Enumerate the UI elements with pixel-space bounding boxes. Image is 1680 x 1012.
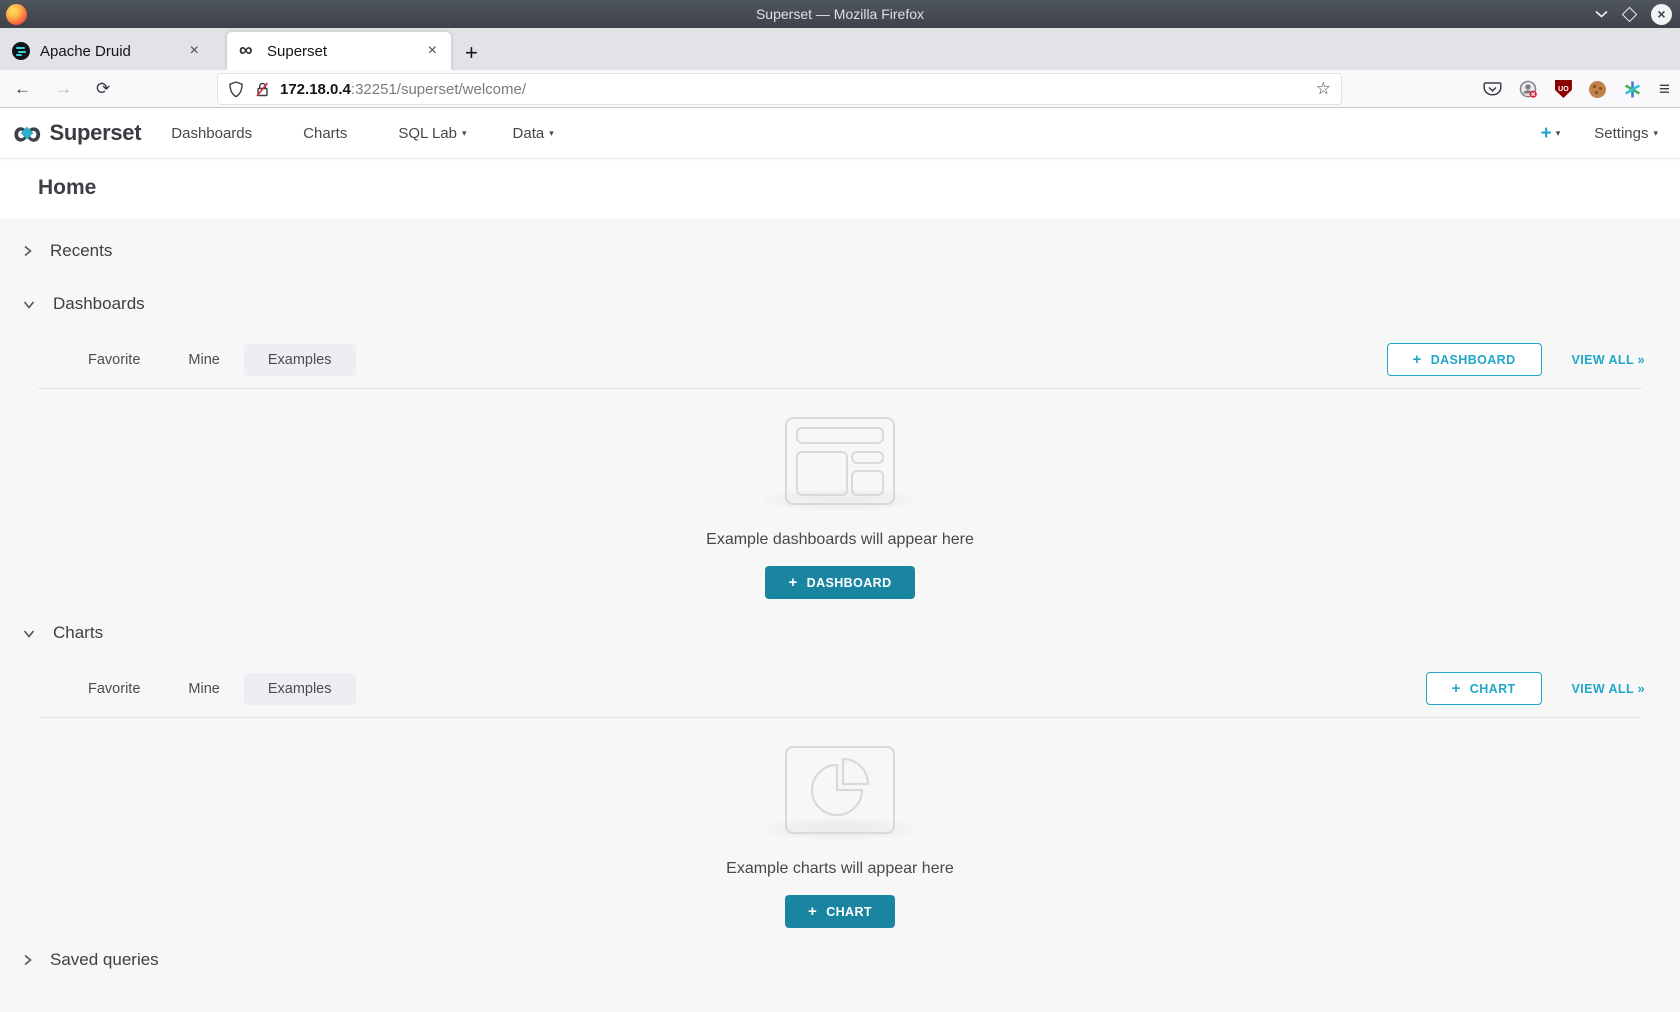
url-host: 172.18.0.4 (280, 81, 351, 98)
nav-item-data[interactable]: Data▾ (513, 125, 554, 142)
empty-state-text: Example charts will appear here (726, 860, 954, 878)
nav-item-charts[interactable]: Charts (303, 125, 352, 142)
forward-button[interactable]: → (55, 79, 72, 99)
asterisk-extension-icon[interactable] (1623, 80, 1642, 99)
reload-button[interactable]: ⟳ (96, 79, 110, 99)
back-button[interactable]: ← (14, 79, 31, 99)
tab-close-icon[interactable]: × (188, 42, 201, 60)
caret-down-icon: ▾ (1653, 128, 1658, 139)
window-close-icon[interactable]: × (1651, 4, 1672, 25)
tab-label: Superset (267, 43, 327, 60)
page-title: Home (38, 176, 1680, 200)
charts-empty-state: Example charts will appear here + CHART (0, 718, 1680, 928)
window-title: Superset — Mozilla Firefox (0, 6, 1680, 22)
caret-down-icon: ▾ (549, 128, 554, 139)
superset-logo[interactable]: ∞ Superset (13, 115, 141, 151)
charts-subheader: Favorite Mine Examples + CHART VIEW ALL … (0, 656, 1680, 705)
plus-icon: + (788, 575, 797, 590)
section-label: Dashboards (53, 294, 145, 314)
section-label: Charts (53, 623, 103, 643)
window-minimize-icon[interactable] (1595, 10, 1608, 18)
new-tab-button[interactable]: + (465, 42, 478, 64)
tracking-shield-icon[interactable] (228, 81, 244, 98)
tab-favorite[interactable]: Favorite (64, 344, 164, 376)
browser-tab-superset[interactable]: ∞ Superset × (227, 32, 451, 70)
tab-favorite[interactable]: Favorite (64, 673, 164, 705)
view-all-dashboards-link[interactable]: VIEW ALL » (1572, 353, 1645, 367)
url-text: 172.18.0.4:32251/superset/welcome/ (280, 81, 526, 98)
pocket-icon[interactable] (1483, 80, 1502, 98)
tab-mine[interactable]: Mine (164, 673, 243, 705)
superset-favicon: ∞ (239, 42, 257, 60)
section-header-charts[interactable]: Charts (0, 599, 1680, 656)
druid-favicon (12, 42, 30, 60)
chevron-down-icon (22, 299, 36, 310)
insecure-lock-icon[interactable] (254, 81, 271, 98)
caret-down-icon: ▾ (462, 128, 467, 139)
section-header-recents[interactable]: Recents (0, 219, 1680, 274)
plus-icon: + (1452, 681, 1461, 696)
tab-mine[interactable]: Mine (164, 344, 243, 376)
page-title-row: Home (0, 159, 1680, 219)
dashboards-subheader: Favorite Mine Examples + DASHBOARD VIEW … (0, 327, 1680, 376)
new-dashboard-button-primary[interactable]: + DASHBOARD (765, 566, 914, 599)
window-maximize-icon[interactable] (1622, 6, 1638, 22)
chart-empty-image (785, 746, 895, 834)
nav-item-sql-lab[interactable]: SQL Lab▾ (398, 125, 466, 142)
new-dashboard-button[interactable]: + DASHBOARD (1387, 343, 1542, 376)
url-bar[interactable]: 172.18.0.4:32251/superset/welcome/ ☆ (218, 74, 1341, 104)
tab-close-icon[interactable]: × (426, 42, 439, 60)
plus-icon: + (808, 904, 817, 919)
window-titlebar: Superset — Mozilla Firefox × (0, 0, 1680, 28)
section-label: Saved queries (50, 950, 159, 970)
new-item-menu[interactable]: + ▾ (1541, 124, 1561, 143)
chevron-down-icon (22, 628, 36, 639)
browser-tab-strip: Apache Druid × ∞ Superset × + (0, 28, 1680, 70)
tab-examples[interactable]: Examples (244, 673, 356, 705)
tab-examples[interactable]: Examples (244, 344, 356, 376)
settings-menu[interactable]: Settings ▾ (1594, 125, 1658, 142)
account-extension-icon[interactable] (1519, 80, 1538, 99)
dashboard-empty-image (785, 417, 895, 505)
new-chart-button[interactable]: + CHART (1426, 672, 1542, 705)
section-label: Recents (50, 241, 112, 261)
section-header-dashboards[interactable]: Dashboards (0, 274, 1680, 327)
bookmark-star-icon[interactable]: ☆ (1316, 79, 1331, 99)
welcome-content: Recents Dashboards Favorite Mine Example… (0, 219, 1680, 1012)
nav-item-dashboards[interactable]: Dashboards (171, 125, 257, 142)
plus-icon: + (1413, 352, 1422, 367)
cookie-extension-icon[interactable] (1589, 81, 1606, 98)
caret-down-icon: ▾ (1556, 128, 1561, 139)
chevron-right-icon (22, 953, 33, 967)
infinity-logo-icon: ∞ (13, 115, 42, 151)
view-all-charts-link[interactable]: VIEW ALL » (1572, 682, 1645, 696)
superset-navbar: ∞ Superset Dashboards Charts SQL Lab▾ Da… (0, 108, 1680, 159)
dashboards-empty-state: Example dashboards will appear here + DA… (0, 389, 1680, 599)
empty-state-text: Example dashboards will appear here (706, 531, 974, 549)
url-path: :32251/superset/welcome/ (351, 81, 526, 98)
tab-label: Apache Druid (40, 43, 131, 60)
chevron-right-icon (22, 244, 33, 258)
browser-tab-apache-druid[interactable]: Apache Druid × (0, 32, 213, 70)
app-menu-icon[interactable]: ≡ (1659, 80, 1670, 99)
plus-icon: + (1541, 124, 1552, 143)
brand-name: Superset (50, 120, 142, 146)
browser-toolbar: ← → ⟳ 172.18.0.4:32251/superset/welcome/… (0, 70, 1680, 108)
ublock-origin-icon[interactable]: UO (1555, 80, 1572, 98)
new-chart-button-primary[interactable]: + CHART (785, 895, 895, 928)
section-header-saved-queries[interactable]: Saved queries (0, 928, 1680, 983)
